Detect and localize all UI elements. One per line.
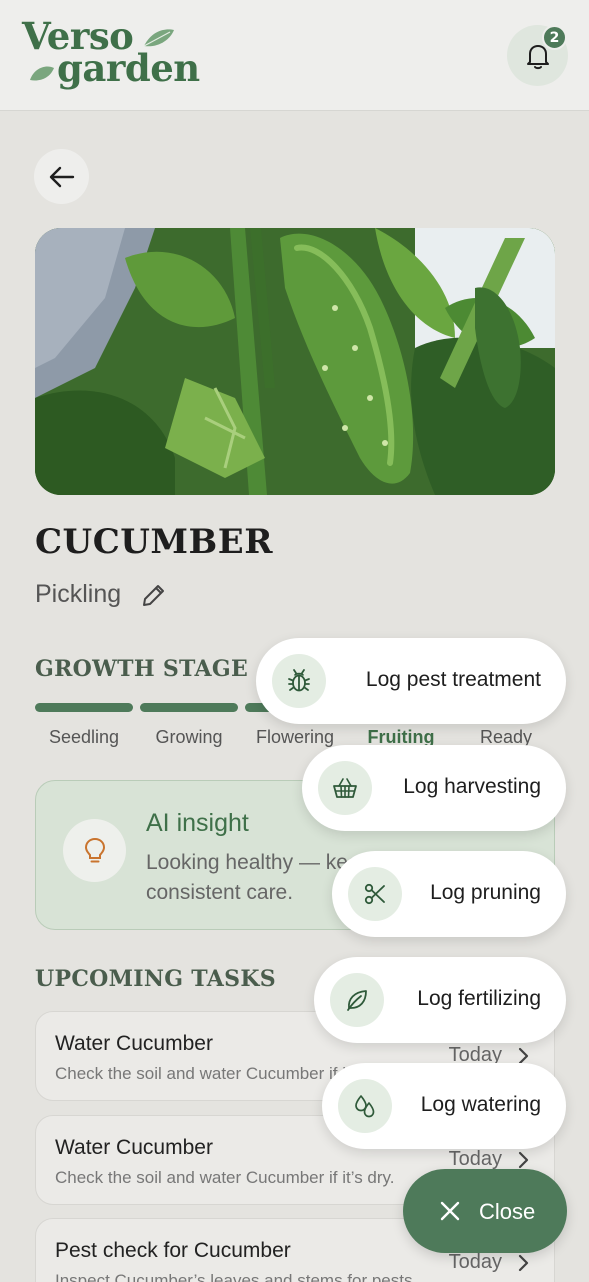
- logo-text-garden: garden: [57, 46, 200, 90]
- chevron-right-icon: [518, 1254, 529, 1272]
- log-harvesting-button[interactable]: Log harvesting: [302, 745, 566, 831]
- arrow-left-icon: [49, 166, 74, 187]
- task-title: Pest check for Cucumber: [55, 1239, 291, 1262]
- notification-count-badge: 2: [542, 25, 567, 50]
- log-pruning-button[interactable]: Log pruning: [332, 851, 566, 937]
- stage-progress-segment: [35, 703, 133, 712]
- pencil-icon[interactable]: [140, 583, 166, 609]
- task-title: Water Cucumber: [55, 1136, 213, 1159]
- task-description: Inspect Cucumber’s leaves and stems for …: [55, 1271, 418, 1282]
- task-due: Today: [448, 1251, 502, 1273]
- log-fertilizing-label: Log fertilizing: [417, 987, 541, 1010]
- stage-label-flowering: Flowering: [255, 727, 335, 747]
- stage-progress-segment: [140, 703, 238, 712]
- upcoming-tasks-heading: UPCOMING TASKS: [35, 966, 276, 992]
- plant-photo: [35, 228, 555, 495]
- app-header: Verso garden 2: [0, 0, 589, 111]
- basket-icon: [318, 761, 372, 815]
- task-due: Today: [448, 1148, 502, 1170]
- stage-label-seedling: Seedling: [48, 727, 120, 747]
- logo-leaf-icon: [143, 29, 174, 47]
- ai-insight-title: AI insight: [146, 809, 249, 837]
- close-quick-actions-button[interactable]: Close: [403, 1169, 567, 1253]
- plant-name: CUCUMBER: [35, 522, 273, 562]
- task-description: Check the soil and water Cucumber if it’…: [55, 1168, 395, 1187]
- logo-leaf-icon: [30, 66, 54, 81]
- log-pest-treatment-label: Log pest treatment: [365, 668, 541, 691]
- stage-label-growing: Growing: [155, 727, 223, 747]
- close-label: Close: [479, 1199, 536, 1224]
- scissors-icon: [348, 867, 402, 921]
- log-pest-treatment-button[interactable]: Log pest treatment: [256, 638, 566, 724]
- chevron-right-icon: [518, 1151, 529, 1169]
- task-title: Water Cucumber: [55, 1032, 213, 1055]
- log-watering-button[interactable]: Log watering: [322, 1063, 566, 1149]
- log-fertilizing-button[interactable]: Log fertilizing: [314, 957, 566, 1043]
- growth-stage-heading: GROWTH STAGE: [35, 656, 249, 682]
- verso-garden-logo[interactable]: Verso garden: [22, 14, 212, 98]
- close-icon: [440, 1201, 460, 1221]
- back-button[interactable]: [34, 149, 89, 204]
- log-pruning-label: Log pruning: [430, 881, 541, 904]
- droplets-icon: [338, 1079, 392, 1133]
- lightbulb-icon: [63, 819, 126, 882]
- bug-icon: [272, 654, 326, 708]
- leaf-icon: [330, 973, 384, 1027]
- log-harvesting-label: Log harvesting: [403, 775, 541, 798]
- log-watering-label: Log watering: [420, 1093, 541, 1116]
- plant-variety: Pickling: [35, 580, 122, 608]
